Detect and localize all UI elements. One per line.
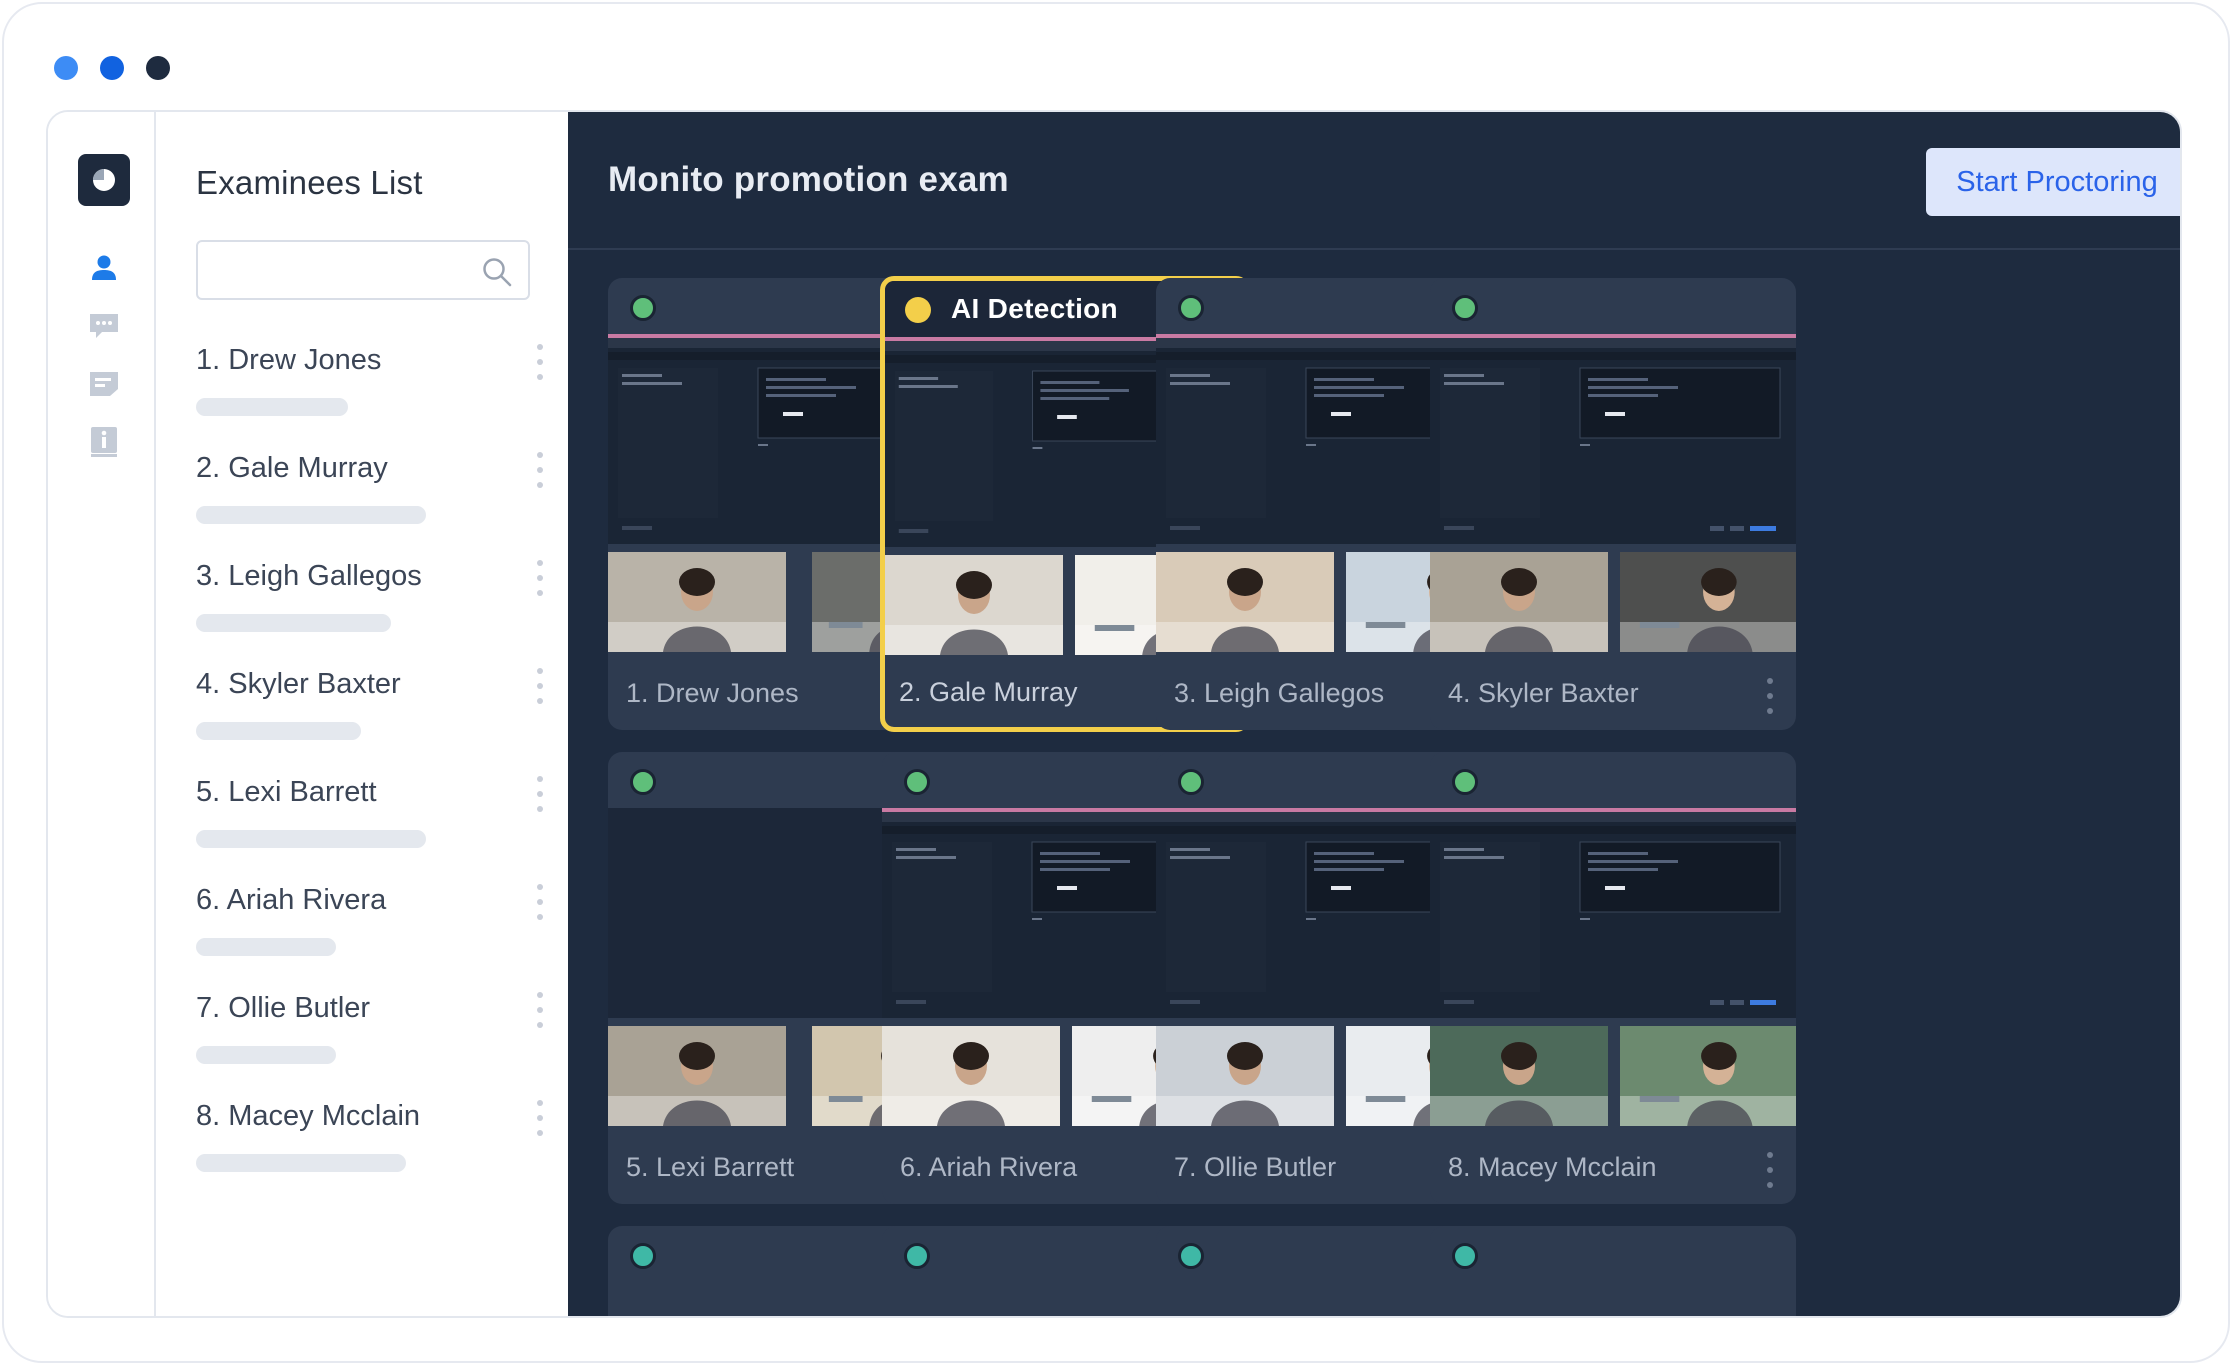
status-indicator <box>1452 1243 1478 1269</box>
webcam-side-view <box>1620 1026 1796 1126</box>
search-box <box>196 240 530 300</box>
examinee-placeholder-bar <box>196 722 361 740</box>
status-indicator <box>1452 295 1478 321</box>
more-options-icon[interactable] <box>534 992 546 1028</box>
more-options-icon[interactable] <box>534 884 546 920</box>
notes-icon[interactable] <box>78 358 130 410</box>
examinee-placeholder-bar <box>196 1154 406 1172</box>
tile-examinee-name: 1. Drew Jones <box>626 678 799 708</box>
tile-examinee-name: 4. Skyler Baxter <box>1448 678 1639 708</box>
examinee-placeholder-bar <box>196 938 336 956</box>
examinee-placeholder-bar <box>196 614 391 632</box>
examinee-item[interactable]: 1. Drew Jones <box>196 344 546 434</box>
status-indicator <box>630 1243 656 1269</box>
examinee-name: 8. Macey Mcclain <box>196 1100 421 1132</box>
examinees-sidebar: Examinees List 1. Drew Jones 2. Gale Mur… <box>156 112 568 1316</box>
proctoring-panel: Monito promotion exam Start Proctoring 1… <box>568 112 2180 1316</box>
more-options-icon[interactable] <box>534 668 546 704</box>
examinee-name: 3. Leigh Gallegos <box>196 560 422 592</box>
webcam-side-view <box>1620 552 1796 652</box>
more-options-icon[interactable] <box>534 344 546 380</box>
webcam-front-view <box>608 552 786 652</box>
person-icon[interactable] <box>78 242 130 294</box>
sidebar-title: Examinees List <box>196 164 423 201</box>
more-options-icon[interactable] <box>534 1100 546 1136</box>
webcam-front-view <box>885 555 1063 655</box>
status-indicator <box>630 295 656 321</box>
examinee-item[interactable]: 8. Macey Mcclain <box>196 1100 546 1190</box>
more-options-icon[interactable] <box>534 560 546 596</box>
window-controls <box>54 56 170 80</box>
examinee-tile[interactable]: 8. Macey Mcclain <box>1430 752 1796 1204</box>
examinee-item[interactable]: 4. Skyler Baxter <box>196 668 546 758</box>
status-indicator <box>1178 1243 1204 1269</box>
status-indicator <box>904 769 930 795</box>
webcam-front-view <box>882 1026 1060 1126</box>
examinee-placeholder-bar <box>196 1046 336 1064</box>
chat-bubble-icon[interactable] <box>78 300 130 352</box>
webcam-front-view <box>1430 552 1608 652</box>
examinee-item[interactable]: 2. Gale Murray <box>196 452 546 542</box>
pie-chart-icon[interactable] <box>78 154 130 206</box>
search-input[interactable] <box>198 242 528 298</box>
info-icon[interactable] <box>78 416 130 468</box>
examinee-placeholder-bar <box>196 398 348 416</box>
tile-header <box>1430 278 1796 334</box>
examinee-name: 6. Ariah Rivera <box>196 884 387 916</box>
examinee-placeholder-bar <box>196 830 426 848</box>
status-indicator <box>630 769 656 795</box>
tile-examinee-name: 8. Macey Mcclain <box>1448 1152 1657 1182</box>
start-proctoring-button[interactable]: Start Proctoring <box>1926 148 2180 216</box>
icon-rail <box>48 112 156 1316</box>
tile-examinee-name: 3. Leigh Gallegos <box>1174 678 1385 708</box>
screen-share-preview <box>1430 808 1796 1018</box>
more-options-icon[interactable] <box>534 452 546 488</box>
webcam-front-view <box>1430 1026 1608 1126</box>
status-indicator <box>905 297 931 323</box>
more-options-icon[interactable] <box>1764 1152 1776 1188</box>
tile-examinee-name: 6. Ariah Rivera <box>900 1152 1078 1182</box>
examinee-item[interactable]: 6. Ariah Rivera <box>196 884 546 974</box>
examinee-name: 2. Gale Murray <box>196 452 388 484</box>
examinee-item[interactable]: 5. Lexi Barrett <box>196 776 546 866</box>
webcam-front-view <box>608 1026 786 1126</box>
examinee-name: 7. Ollie Butler <box>196 992 371 1024</box>
search-icon[interactable] <box>480 255 514 289</box>
examinee-item[interactable]: 3. Leigh Gallegos <box>196 560 546 650</box>
status-indicator <box>904 1243 930 1269</box>
examinee-placeholder-bar <box>196 506 426 524</box>
close-dot[interactable] <box>54 56 78 80</box>
examinee-tile[interactable] <box>1430 1226 1796 1316</box>
webcam-feeds <box>1430 552 1796 652</box>
status-indicator <box>1178 769 1204 795</box>
ai-detection-label: AI Detection <box>951 293 1118 324</box>
tile-header <box>1430 1226 1796 1282</box>
tile-header <box>1430 752 1796 808</box>
examinee-tile[interactable]: 4. Skyler Baxter <box>1430 278 1796 730</box>
screen-share-preview <box>1430 334 1796 544</box>
more-options-icon[interactable] <box>534 776 546 812</box>
status-indicator <box>1178 295 1204 321</box>
exam-title: Monito promotion exam <box>608 160 1009 199</box>
minimize-dot[interactable] <box>100 56 124 80</box>
status-indicator <box>1452 769 1478 795</box>
app-window: Examinees List 1. Drew Jones 2. Gale Mur… <box>46 110 2182 1318</box>
tile-examinee-name: 2. Gale Murray <box>899 677 1078 707</box>
webcam-feeds <box>1430 1026 1796 1126</box>
tile-examinee-name: 5. Lexi Barrett <box>626 1152 795 1182</box>
panel-header: Monito promotion exam Start Proctoring <box>568 112 2180 250</box>
maximize-dot[interactable] <box>146 56 170 80</box>
examinee-name: 1. Drew Jones <box>196 344 382 376</box>
examinee-name: 4. Skyler Baxter <box>196 668 401 700</box>
more-options-icon[interactable] <box>1764 678 1776 714</box>
examinee-name: 5. Lexi Barrett <box>196 776 377 808</box>
webcam-front-view <box>1156 1026 1334 1126</box>
tile-examinee-name: 7. Ollie Butler <box>1174 1152 1337 1182</box>
webcam-front-view <box>1156 552 1334 652</box>
examinee-item[interactable]: 7. Ollie Butler <box>196 992 546 1082</box>
